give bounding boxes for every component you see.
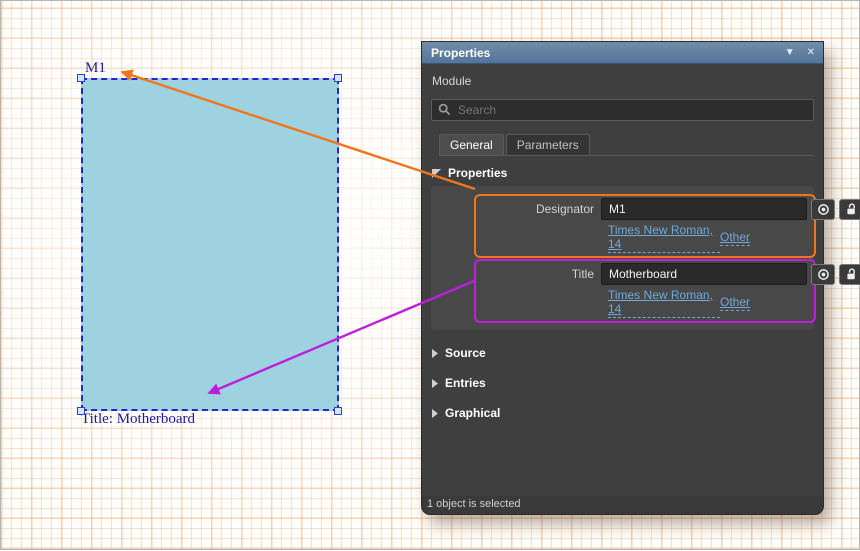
lock-button[interactable] xyxy=(839,263,860,285)
collapse-collapsed-icon xyxy=(432,348,438,358)
designator-font-link[interactable]: Times New Roman, 14 xyxy=(608,223,720,253)
lock-button[interactable] xyxy=(839,198,860,220)
section-entries-label: Entries xyxy=(445,376,486,390)
visibility-eye-button[interactable] xyxy=(811,263,835,285)
designator-field-group: Designator M1 Times New Roman, 14 Other xyxy=(474,194,860,258)
status-bar: 1 object is selected xyxy=(422,496,823,514)
title-label: Title xyxy=(571,267,594,281)
section-properties[interactable]: Properties xyxy=(432,166,814,180)
designator-text: M1 xyxy=(85,60,106,76)
title-text: Title: Motherboard xyxy=(81,411,196,427)
section-properties-label: Properties xyxy=(448,166,508,180)
sheet-symbol-module[interactable] xyxy=(81,78,339,411)
collapse-expanded-icon xyxy=(432,168,441,178)
section-graphical-label: Graphical xyxy=(445,406,501,420)
properties-group: Designator M1 Times New Roman, 14 Other … xyxy=(431,186,860,330)
panel-header[interactable]: Properties ▼ ✕ xyxy=(422,42,823,64)
section-source-label: Source xyxy=(445,346,486,360)
selection-handle-bottom-right[interactable] xyxy=(334,407,342,415)
collapse-collapsed-icon xyxy=(432,378,438,388)
search-icon xyxy=(438,103,451,116)
tab-bar: General Parameters xyxy=(439,134,814,156)
tab-parameters[interactable]: Parameters xyxy=(505,134,590,155)
title-other-link[interactable]: Other xyxy=(719,295,750,311)
collapse-collapsed-icon xyxy=(432,408,438,418)
object-type-label: Module xyxy=(432,74,472,88)
pin-dropdown-icon[interactable]: ▼ xyxy=(785,47,795,58)
visibility-eye-button[interactable] xyxy=(811,198,835,220)
designator-other-link[interactable]: Other xyxy=(719,230,750,246)
section-source[interactable]: Source xyxy=(432,346,814,360)
section-graphical[interactable]: Graphical xyxy=(432,406,814,420)
close-icon[interactable]: ✕ xyxy=(807,47,815,58)
selection-handle-bottom-left[interactable] xyxy=(77,407,85,415)
panel-title: Properties xyxy=(431,45,491,60)
selection-handle-top-right[interactable] xyxy=(334,74,342,82)
section-entries[interactable]: Entries xyxy=(432,376,814,390)
selection-handle-top-left[interactable] xyxy=(77,74,85,82)
properties-panel: Properties ▼ ✕ Module General Parameters… xyxy=(421,41,860,515)
title-font-link[interactable]: Times New Roman, 14 xyxy=(608,288,720,318)
designator-input[interactable] xyxy=(601,198,807,220)
designator-label: Designator xyxy=(535,202,594,216)
title-field-group: Title Motherboard Times New Roman, 14 Ot… xyxy=(474,259,860,323)
title-input[interactable] xyxy=(601,263,807,285)
search-input[interactable] xyxy=(431,99,814,121)
tab-general[interactable]: General xyxy=(439,134,504,155)
